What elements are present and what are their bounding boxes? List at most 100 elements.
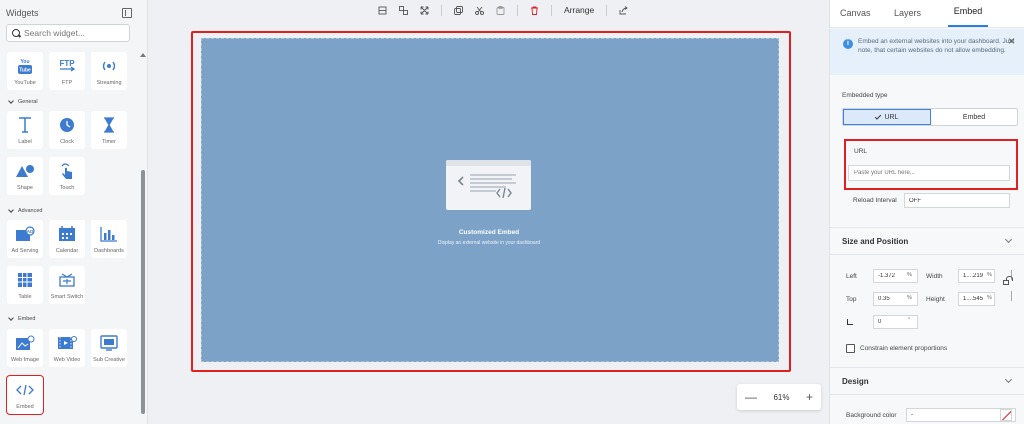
widget-tile-sub-creative[interactable]: Sub Creative [91,329,127,367]
expand-icon[interactable] [420,6,429,15]
canvas-toolbar: Arrange [378,2,628,18]
chevron-down-icon [1004,235,1013,244]
widgets-sidebar: Widgets YouTube YouTube FTP FTP Streamin… [0,0,148,424]
search-icon [12,29,20,37]
info-icon: i [843,39,853,49]
reload-interval-input[interactable] [904,193,1010,208]
chevron-down-icon [8,315,14,321]
scroll-up-icon[interactable] [140,53,146,57]
widget-tile-smart-switch[interactable]: Smart Switch [49,266,85,304]
widget-tile-timer[interactable]: Timer [91,111,127,149]
section-title: Design [842,377,869,386]
collapse-sidebar-icon[interactable] [122,8,132,18]
size-position-section[interactable]: Size and Position [830,227,1024,255]
share-icon[interactable] [619,5,628,15]
section-embed[interactable]: Embed [8,315,35,322]
tab-embed[interactable]: Embed [948,6,988,27]
widget-tile-embed[interactable]: Embed [6,375,44,415]
degree-unit: ° [908,317,911,323]
widget-tile-web-video[interactable]: Web Video [49,329,85,367]
ad-icon: AD [15,225,35,243]
svg-text:Tube: Tube [19,68,31,74]
youtube-icon: You Tube [15,57,35,75]
widget-label: Embed [16,404,34,410]
widget-tile-streaming[interactable]: Streaming [91,52,127,90]
widget-search[interactable] [6,24,130,42]
widget-tile-clock[interactable]: Clock [49,111,85,149]
search-input[interactable] [24,28,124,38]
calendar-icon [57,225,77,243]
delete-icon[interactable] [530,6,539,15]
widget-label: Table [18,294,32,300]
widget-tile-ftp[interactable]: FTP FTP [49,52,85,90]
widget-tile-dashboards[interactable]: Dashboards [91,220,127,258]
widget-tile-label[interactable]: Label [7,111,43,149]
rotation-input[interactable] [873,315,918,329]
zoom-out-button[interactable]: — [745,390,757,404]
align-icon[interactable] [378,6,387,15]
unlock-icon[interactable] [1003,276,1013,285]
widget-label: Ad Serving [11,248,39,254]
scroll-thumb[interactable] [141,170,145,414]
cut-icon[interactable] [475,6,484,15]
constrain-proportions-checkbox[interactable] [846,344,855,353]
section-label: Advanced [18,208,43,214]
widget-tile-shape[interactable]: Shape [7,157,43,195]
tab-layers[interactable]: Layers [894,8,948,27]
height-label: Height [926,296,945,303]
info-text: Embed an external websites into your das… [858,38,1015,54]
widget-tile-touch[interactable]: Touch [49,157,85,195]
section-advanced[interactable]: Advanced [8,207,43,214]
reload-interval-label: Reload Interval [853,197,897,204]
svg-text:FTP: FTP [59,59,75,68]
dashboard-icon [99,225,119,243]
embed-title: Customized Embed [458,229,520,236]
toolbar-separator [517,4,518,16]
close-icon[interactable]: × [1008,35,1015,47]
tab-canvas[interactable]: Canvas [840,8,894,27]
clock-icon [57,116,77,134]
svg-text:You: You [20,59,29,65]
arrange-button[interactable]: Arrange [564,5,594,15]
widget-tile-web-image[interactable]: Web Image [7,329,43,367]
code-window-icon [457,174,516,199]
toolbar-separator [606,4,608,16]
url-input[interactable] [848,165,1010,181]
duplicate-icon[interactable] [454,5,463,15]
chevron-down-icon [1004,375,1013,384]
embed-subtitle: Display an external website in your dash… [437,240,541,246]
type-embed-option[interactable]: Embed [931,109,1017,125]
distribute-icon[interactable] [399,5,408,15]
widget-tile-ad-serving[interactable]: AD Ad Serving [7,220,43,258]
no-color-swatch-icon[interactable] [1000,409,1012,421]
widget-tile-table[interactable]: Table [7,266,43,304]
rotation-angle-icon [847,319,853,325]
design-section[interactable]: Design [830,367,1024,395]
zoom-in-button[interactable]: + [806,390,813,404]
widget-label: Clock [60,139,74,145]
widget-label: YouTube [14,80,36,86]
left-label: Left [846,273,857,280]
embed-code-icon [15,381,35,399]
type-url-option[interactable]: URL [843,109,931,125]
widget-tile-calendar[interactable]: Calendar [49,220,85,258]
smart-switch-icon [57,271,77,289]
widget-label: Timer [102,139,116,145]
option-label: Embed [962,113,986,121]
sidebar-title: Widgets [6,8,39,18]
web-image-icon [15,334,35,352]
table-icon [15,271,35,289]
streaming-icon [99,57,119,75]
top-label: Top [846,296,857,303]
sub-creative-icon [99,334,119,352]
widget-tile-youtube[interactable]: You Tube YouTube [7,52,43,90]
background-color-label: Background color [846,412,897,419]
section-general[interactable]: General [8,98,38,105]
widget-label: Web Video [53,357,81,363]
embedded-type-label: Embedded type [842,92,888,99]
paste-icon[interactable] [496,5,505,15]
widget-label: Calendar [55,248,79,254]
sidebar-scrollbar[interactable] [139,50,147,424]
constrain-label: Constrain element proportions [860,345,948,352]
touch-icon [57,162,77,180]
